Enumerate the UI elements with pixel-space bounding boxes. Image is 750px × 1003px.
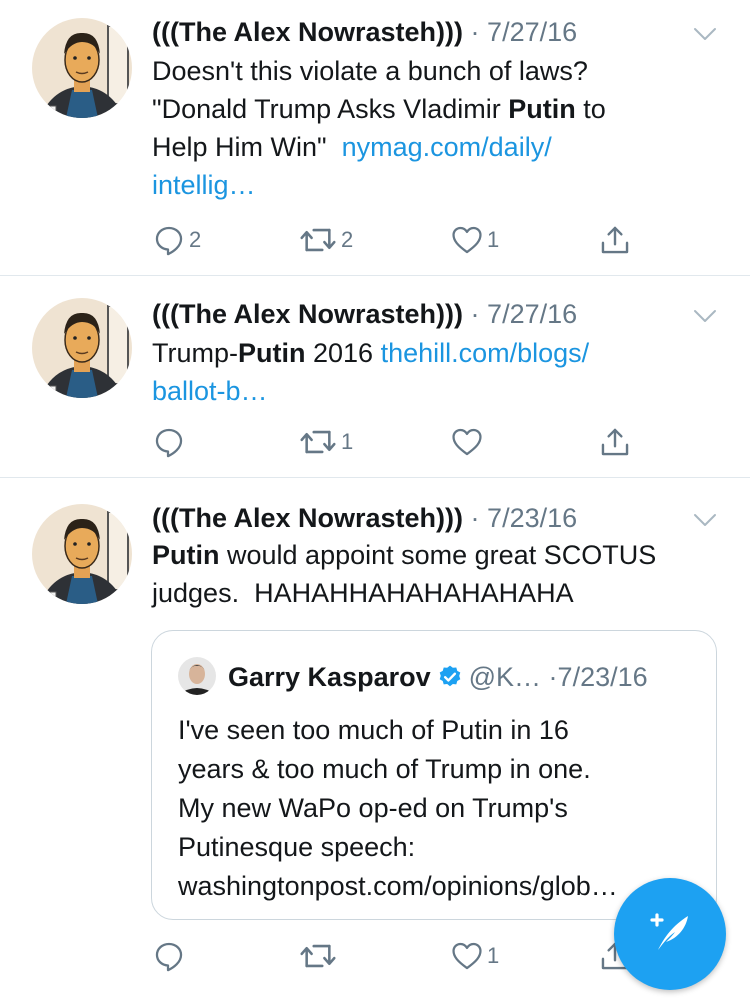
separator-dot: · [470,17,480,47]
retweet-button[interactable]: 2 [298,220,353,260]
tweet-text-line: Doesn't this violate a bunch of laws? [152,52,722,90]
separator-dot: · [548,662,558,692]
author-name[interactable]: (((The Alex Nowrasteh))) [152,503,463,533]
tweet-link[interactable]: thehill.com/blogs/ [381,338,590,368]
tweet-text-span: Trump- [152,338,238,368]
retweet-count: 2 [341,227,354,252]
tweet-text-span: to [575,94,606,124]
like-button[interactable] [450,422,487,462]
quoted-author-name: Garry Kasparov [228,662,431,692]
chevron-down-icon[interactable] [690,18,720,44]
quoted-tweet-text: I've seen too much of Putin in 16 years … [178,711,706,906]
tweet-text-line: ballot-b… [152,372,722,410]
share-icon [598,223,632,257]
tweet[interactable]: (((The Alex Nowrasteh))) · 7/27/16 Trump… [0,276,750,478]
quoted-tweet-date: 7/23/16 [557,662,648,692]
tweet-text-line: "Donald Trump Asks Vladimir Putin to [152,90,722,128]
chevron-down-icon[interactable] [690,504,720,530]
retweet-icon [298,939,338,973]
tweet-text-line: judges. HAHAHHAHAHAHAHAHA [152,574,722,612]
retweet-count: 1 [341,429,354,454]
tweet-header: (((The Alex Nowrasteh))) · 7/27/16 [152,12,720,52]
tweet-text-span: Doesn't this violate a bunch of laws? [152,56,588,86]
quoted-text-line: My new WaPo op-ed on Trump's [178,793,568,823]
like-count: 1 [487,943,500,968]
share-icon [598,425,632,459]
tweet-header: (((The Alex Nowrasteh))) · 7/23/16 [152,498,720,538]
reply-icon [152,223,186,257]
reply-button[interactable] [152,422,189,462]
reply-icon [152,425,186,459]
retweet-icon [298,425,338,459]
tweet[interactable]: (((The Alex Nowrasteh))) · 7/27/16 Doesn… [0,0,750,276]
quoted-text-line: Putinesque speech: [178,832,416,862]
highlighted-keyword: Putin [238,338,306,368]
compose-tweet-icon [642,904,698,965]
tweet-text: Doesn't this violate a bunch of laws? "Do… [152,52,722,204]
quoted-text-line: years & too much of Trump in one. [178,754,591,784]
tweet-text-span: "Donald Trump Asks Vladimir [152,94,509,124]
compose-tweet-button[interactable] [614,878,726,990]
heart-icon [450,939,484,973]
author-name[interactable]: (((The Alex Nowrasteh))) [152,17,463,47]
tweet-actions: 2 2 1 [0,220,750,260]
heart-icon [450,425,484,459]
tweet-header: (((The Alex Nowrasteh))) · 7/27/16 [152,294,720,334]
tweet-link[interactable]: nymag.com/daily/ [342,132,552,162]
reply-count: 2 [189,227,202,252]
verified-badge-icon [437,661,463,701]
author-avatar[interactable] [32,18,132,118]
quoted-tweet[interactable]: Garry Kasparov @K… ·7/23/16 I've seen too… [151,630,717,920]
tweet-date[interactable]: 7/23/16 [487,503,577,533]
tweet-text-span: 2016 [305,338,381,368]
tweet-text-line: Help Him Win" nymag.com/daily/ [152,128,722,166]
separator-dot: · [470,503,480,533]
tweet-date[interactable]: 7/27/16 [487,17,577,47]
heart-icon [450,223,484,257]
separator-dot: · [470,299,480,329]
like-button[interactable]: 1 [450,220,499,260]
tweet-link[interactable]: intellig… [152,170,256,200]
tweet-text-span: judges. HAHAHHAHAHAHAHAHA [152,578,574,608]
tweet-text: Trump-Putin 2016 thehill.com/blogs/ballo… [152,334,722,410]
retweet-button[interactable] [298,936,341,976]
tweet-link[interactable]: ballot-b… [152,376,268,406]
quoted-text-line: I've seen too much of Putin in 16 [178,715,569,745]
tweet-actions: 1 [0,422,750,462]
retweet-icon [298,223,338,257]
tweet-text-span: Help Him Win" [152,132,342,162]
share-button[interactable] [598,422,632,462]
tweet-text-line: Putin would appoint some great SCOTUS [152,536,722,574]
like-button[interactable]: 1 [450,936,499,976]
author-avatar[interactable] [32,504,132,604]
reply-icon [152,939,186,973]
like-count: 1 [487,227,500,252]
tweet-text: Putin would appoint some great SCOTUS jud… [152,536,722,612]
highlighted-keyword: Putin [152,540,220,570]
tweet-date[interactable]: 7/27/16 [487,299,577,329]
highlighted-keyword: Putin [508,94,576,124]
quoted-author-handle: @K… [468,662,542,692]
quoted-tweet-header: Garry Kasparov @K… ·7/23/16 [228,657,648,697]
tweet-text-span: would appoint some great SCOTUS [219,540,657,570]
author-avatar[interactable] [32,298,132,398]
reply-button[interactable]: 2 [152,220,201,260]
retweet-button[interactable]: 1 [298,422,353,462]
share-button[interactable] [598,220,632,260]
author-name[interactable]: (((The Alex Nowrasteh))) [152,299,463,329]
quoted-author-avatar [178,657,216,695]
reply-button[interactable] [152,936,189,976]
tweet-text-line: Trump-Putin 2016 thehill.com/blogs/ [152,334,722,372]
tweet-text-line: intellig… [152,166,722,204]
chevron-down-icon[interactable] [690,300,720,326]
